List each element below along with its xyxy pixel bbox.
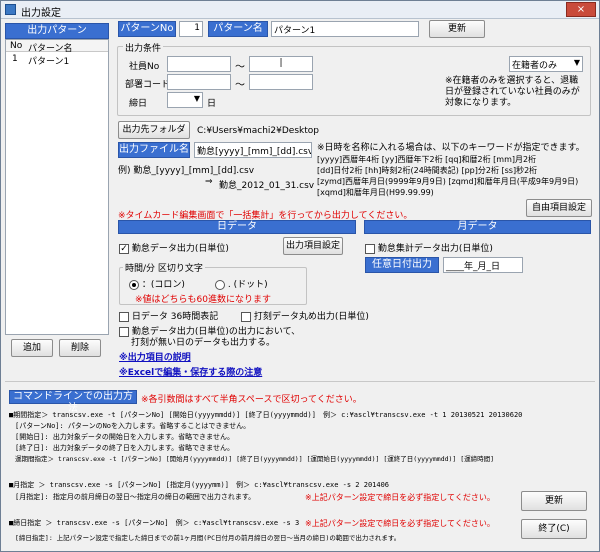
stamp-round-label: 打刻データ丸め出力(日単位) (253, 312, 369, 322)
checkbox-unchecked-icon (241, 311, 251, 322)
window-title: 出力設定 (21, 8, 61, 19)
arbitrary-date-input[interactable]: ____年_月_日 (443, 257, 523, 273)
command-line-header: コマンドラインでの出力方法 (9, 390, 137, 414)
cutoff-day-unit: 日 (207, 99, 217, 109)
section-divider (5, 381, 595, 382)
close-window-button[interactable]: × (566, 2, 596, 17)
dept-code-to-input[interactable] (249, 74, 313, 90)
period-usage-line: 運期間指定＞ transcsv.exe -t [パターンNo] [開始月(yyy… (15, 455, 495, 463)
free-item-settings-button[interactable]: 自由項目設定 (526, 199, 592, 217)
output-folder-path: C:¥Users¥machi2¥Desktop (197, 126, 319, 136)
dot-radio-label: . (ドット) (227, 280, 268, 290)
add-pattern-button[interactable]: 追加 (11, 339, 53, 357)
sixty-base-note: ※値はどちらも60進数になります (135, 295, 271, 305)
colon-radio-label: ：(コロン) (141, 280, 185, 290)
monthly-data-header: 月データ (364, 220, 591, 234)
dept-code-label: 部署コード (125, 80, 171, 90)
delete-pattern-button[interactable]: 削除 (59, 339, 101, 357)
file-name-example-result: 勤怠_2012_01_31.csv (219, 181, 315, 191)
hour36-checkbox[interactable]: 日データ 36時間表記 (119, 309, 218, 322)
checkbox-checked-icon: ✓ (119, 243, 129, 254)
column-no: No (10, 41, 23, 51)
close-icon: × (576, 4, 586, 15)
output-items-help-link[interactable]: ※出力項目の説明 (119, 350, 191, 363)
pattern-list-row[interactable]: 1 パターン1 (6, 53, 108, 67)
cutoff-usage-desc: [締日指定]: 上記パターン設定で指定した締日までの前1ヶ月間(PC日付月の前月… (15, 534, 401, 542)
daily-attendance-checkbox[interactable]: ✓ 勤怠データ出力(日単位) (119, 241, 229, 254)
daily-data-header: 日データ (118, 220, 356, 234)
chevron-down-icon: ▼ (193, 94, 200, 103)
time-separator-title: 時間/分 区切り文字 (123, 261, 205, 274)
dot-radio[interactable]: . (ドット) (215, 277, 268, 290)
pattern-name-label: パターン名 (208, 21, 268, 37)
checkbox-unchecked-icon (119, 311, 129, 322)
employee-status-select[interactable]: 在籍者のみ ▼ (509, 56, 583, 72)
pattern-row-no: 1 (12, 54, 18, 64)
radio-selected-icon (129, 279, 139, 290)
daily-attendance-label: 勤怠データ出力(日単位) (131, 244, 229, 254)
dept-code-range-tilde: ～ (235, 80, 245, 91)
no-stamp-label-line2: 打刻が無い日のデータも出力する。 (131, 338, 276, 348)
checkbox-unchecked-icon (365, 243, 375, 254)
keyword-note-line: ※日時を名称に入れる場合は、以下のキーワードが指定できます。 (317, 143, 585, 153)
pattern-name-input[interactable]: パターン1 (271, 21, 419, 37)
pattern-row-name: パターン1 (28, 57, 70, 67)
example-arrow: ⇒ (205, 177, 213, 187)
keyword-note-line: [xqmd]和暦年月日(H99.99.99) (317, 188, 434, 197)
pattern-list-columns: No パターン名 (6, 40, 108, 54)
employee-no-range-tilde: ～ (235, 62, 245, 73)
update-button[interactable]: 更新 (521, 491, 587, 511)
monthly-attendance-label: 勤怠集計データ出力(日単位) (377, 244, 493, 254)
keyword-note: ※日時を名称に入れる場合は、以下のキーワードが指定できます。 [yyyy]西暦年… (317, 143, 597, 198)
dept-code-from-input[interactable] (167, 74, 231, 90)
argument-separator-note: ※各引数間はすべて半角スペースで区切ってください。 (141, 395, 362, 405)
output-file-name-input[interactable]: 勤怠[yyyy]_[mm]_[dd].csv (194, 142, 312, 158)
cutoff-usage-line: ■締日指定 ＞ transcsv.exe -s [パターンNo] 例＞ c:¥a… (9, 519, 300, 527)
month-usage-desc: [月指定]: 指定月の前月締日の翌日～指定月の締日の範囲で出力されます。 (15, 493, 256, 501)
keyword-note-line: [zymd]西暦年月日(9999年9月9日) [zqmd]和暦年月日(平成9年9… (317, 177, 579, 186)
period-usage-line: ■期間指定＞ transcsv.exe -t [パターンNo] [開始日(yyy… (9, 411, 523, 419)
output-conditions-title: 出力条件 (123, 41, 164, 54)
app-icon (5, 4, 16, 15)
output-settings-window: 出力設定 × 出力パターン No パターン名 1 パターン1 追加 削除 パター… (0, 0, 600, 552)
pattern-no-input[interactable]: 1 (179, 21, 203, 37)
chevron-down-icon: ▼ (573, 58, 580, 67)
pattern-update-button[interactable]: 更新 (429, 20, 485, 38)
period-usage-line: [終了日]: 出力対象データの終了日を入力します。省略できません。 (15, 444, 234, 452)
arbitrary-date-label: 任意日付出力 (365, 257, 439, 273)
exit-button[interactable]: 終了(C) (521, 519, 587, 539)
checkbox-unchecked-icon (119, 326, 129, 337)
title-bar: 出力設定 × (1, 1, 599, 19)
excel-notes-link[interactable]: ※Excelで編集・保存する際の注意 (119, 365, 262, 378)
employee-status-note: ※在籍者のみを選択すると、退職日が登録されていない社員のみが対象になります。 (445, 76, 580, 108)
employee-no-label: 社員No (129, 62, 160, 72)
cutoff-day-label: 締日 (129, 99, 148, 109)
pattern-list[interactable]: No パターン名 1 パターン1 (5, 39, 109, 335)
period-usage-line: [パターンNo]: パターンのNoを入力します。省略することはできません。 (15, 422, 251, 430)
pattern-list-header: 出力パターン (5, 23, 109, 39)
period-usage-line: [開始日]: 出力対象データの開始日を入力します。省略できません。 (15, 433, 234, 441)
pattern-no-label: パターンNo (118, 21, 176, 37)
employee-no-from-input[interactable] (167, 56, 231, 72)
output-item-settings-button[interactable]: 出力項目設定 (283, 237, 343, 255)
file-name-example: 例) 勤怠_[yyyy]_[mm]_[dd].csv (118, 166, 255, 176)
output-file-name-label: 出力ファイル名 (118, 142, 190, 158)
cutoff-day-select[interactable]: ▼ (167, 92, 203, 108)
employee-no-to-input[interactable]: | (249, 56, 313, 72)
keyword-note-line: [dd]日付2桁 [hh]時刻2桁(24時間表記) [pp]分2桁 [ss]秒2… (317, 166, 538, 175)
output-folder-button[interactable]: 出力先フォルダ (118, 121, 190, 139)
monthly-attendance-checkbox[interactable]: 勤怠集計データ出力(日単位) (365, 241, 493, 254)
radio-unselected-icon (215, 279, 225, 290)
period-usage-block: ■期間指定＞ transcsv.exe -t [パターンNo] [開始日(yyy… (9, 410, 597, 465)
keyword-note-line: [yyyy]西暦年4桁 [yy]西暦年下2桁 [qq]和暦2桁 [mm]月2桁 (317, 155, 537, 164)
cutoff-warning: ※上記パターン設定で締日を必ず指定してください。 (305, 519, 495, 528)
month-usage-line: ■月指定 ＞ transcsv.exe -s [パターンNo] [指定月(yyy… (9, 481, 390, 489)
colon-radio[interactable]: ：(コロン) (129, 277, 185, 290)
hour36-label: 日データ 36時間表記 (131, 312, 219, 322)
stamp-round-checkbox[interactable]: 打刻データ丸め出力(日単位) (241, 309, 369, 322)
month-cutoff-warning: ※上記パターン設定で締日を必ず指定してください。 (305, 493, 495, 502)
employee-status-value: 在籍者のみ (512, 61, 558, 71)
